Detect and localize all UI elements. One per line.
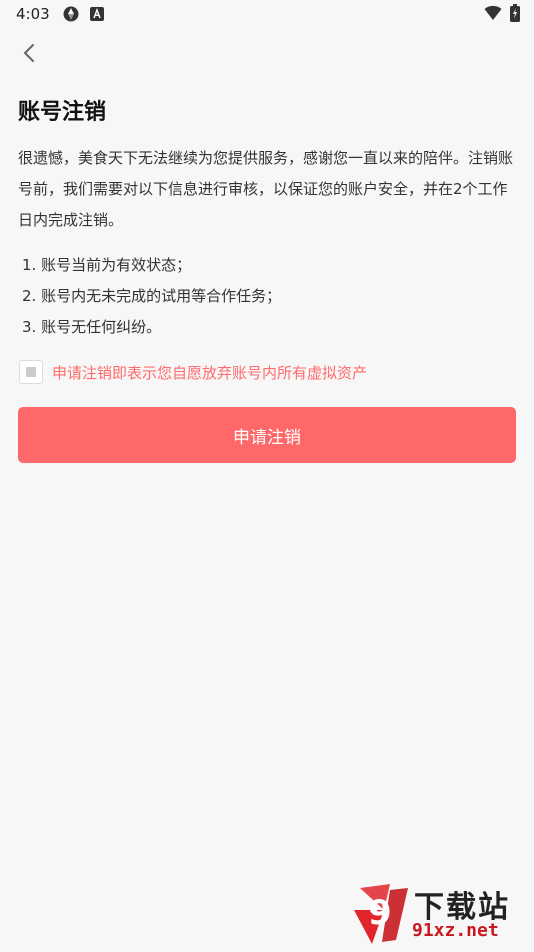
font-a-icon [90,7,104,21]
watermark-logo-icon: 9 [350,880,414,948]
checkbox-indicator [26,367,36,377]
back-button[interactable] [14,38,44,68]
condition-item: 1. 账号当前为有效状态； [22,250,512,281]
battery-icon [510,4,520,26]
watermark: 9 下载站 91xz.net [350,880,530,948]
watermark-url: 91xz.net [412,920,499,941]
status-right [484,4,520,26]
chevron-left-icon [22,43,36,63]
wifi-icon [484,5,502,25]
page-title: 账号注销 [18,94,106,126]
condition-item: 3. 账号无任何纠纷。 [22,312,512,343]
watermark-logo-text: 9 [368,893,392,933]
agree-checkbox[interactable] [19,360,43,384]
intro-text: 很遗憾，美食天下无法继续为您提供服务，感谢您一直以来的陪伴。注销账号前，我们需要… [18,143,518,236]
submit-deregister-button[interactable]: 申请注销 [18,407,516,463]
sync-icon [62,5,80,23]
condition-item: 2. 账号内无未完成的试用等合作任务； [22,281,512,312]
agree-row[interactable]: 申请注销即表示您自愿放弃账号内所有虚拟资产 [19,359,367,385]
status-bar: 4:03 [0,0,534,28]
status-time: 4:03 [16,5,50,23]
conditions-list: 1. 账号当前为有效状态； 2. 账号内无未完成的试用等合作任务； 3. 账号无… [22,250,512,343]
agree-text[interactable]: 申请注销即表示您自愿放弃账号内所有虚拟资产 [52,362,367,383]
